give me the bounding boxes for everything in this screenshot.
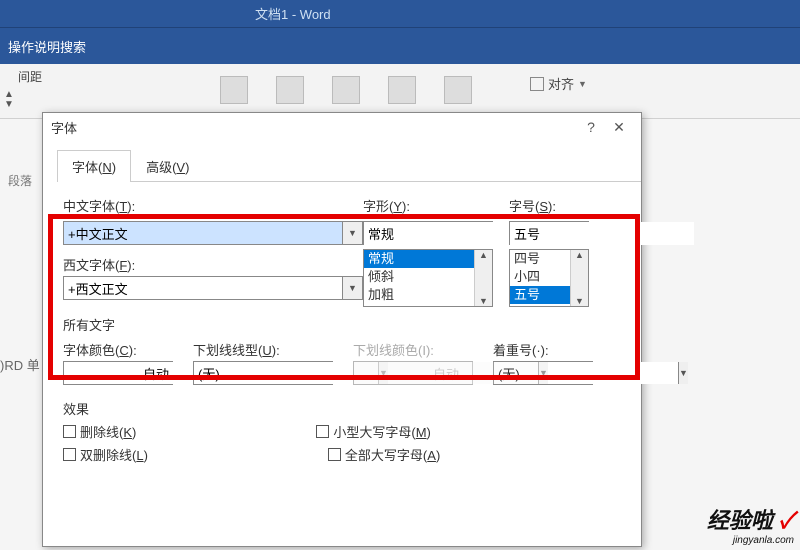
font-size-input[interactable]: [510, 222, 694, 245]
align-label: 对齐: [548, 74, 574, 93]
underline-style-value[interactable]: [194, 362, 378, 384]
search-hint[interactable]: 操作说明搜索: [8, 37, 86, 56]
label-cn-font: 中文字体(T):: [63, 196, 363, 215]
align-button[interactable]: 对齐 ▼: [530, 74, 587, 93]
underline-color-combo: ▼: [353, 361, 473, 385]
chevron-down-icon: ▼: [538, 362, 548, 384]
ribbon-icon-4[interactable]: [388, 76, 416, 104]
section-all-chars: 所有文字: [63, 315, 621, 334]
ribbon-icon-1[interactable]: [220, 76, 248, 104]
spacing-buttons[interactable]: ▲▼: [4, 90, 14, 110]
watermark: 经验啦 ✓ jingyanla.com: [707, 503, 794, 546]
checkbox-double-strike[interactable]: 双删除线(L): [63, 445, 148, 464]
chevron-down-icon: ▼: [578, 79, 587, 89]
list-item[interactable]: 倾斜: [364, 268, 474, 286]
font-style-input-wrap[interactable]: [363, 221, 493, 245]
close-button[interactable]: ✕: [605, 119, 633, 136]
tab-font[interactable]: 字体(N): [57, 150, 131, 182]
label-font-style: 字形(Y):: [363, 196, 493, 215]
ribbon-icon-3[interactable]: [332, 76, 360, 104]
list-item[interactable]: 五号: [510, 286, 570, 304]
paragraph-group-label: 段落: [8, 172, 32, 189]
label-underline-style: 下划线线型(U):: [193, 340, 333, 359]
chevron-down-icon[interactable]: ▼: [342, 222, 362, 244]
scrollbar[interactable]: ▲▼: [570, 250, 588, 306]
effects-section: 效果 删除线(K) 小型大写字母(M) 双删除线(L) 全部大写: [63, 399, 621, 464]
cn-font-input[interactable]: [64, 222, 342, 244]
dialog-tabs: 字体(N) 高级(V): [57, 149, 641, 182]
document-background-text: )RD 单: [0, 355, 40, 374]
ribbon-icons: [220, 76, 472, 104]
ribbon-icon-2[interactable]: [276, 76, 304, 104]
label-underline-color: 下划线颜色(I):: [353, 340, 473, 359]
underline-style-combo[interactable]: ▼: [193, 361, 333, 385]
ribbon-search-row: 操作说明搜索: [0, 28, 800, 64]
app-title: 文档1 - Word: [255, 4, 331, 23]
label-font-color: 字体颜色(C):: [63, 340, 173, 359]
font-size-list[interactable]: 四号 小四 五号 ▲▼: [509, 249, 589, 307]
list-item[interactable]: 加粗: [364, 286, 474, 304]
chevron-down-icon[interactable]: ▼: [342, 277, 362, 299]
list-item[interactable]: 四号: [510, 250, 570, 268]
check-icon: ✓: [779, 508, 794, 533]
checkbox-smallcaps[interactable]: 小型大写字母(M): [316, 422, 431, 441]
checkbox-icon: [63, 448, 76, 461]
checkbox-allcaps[interactable]: 全部大写字母(A): [328, 445, 440, 464]
font-style-list[interactable]: 常规 倾斜 加粗 ▲▼: [363, 249, 493, 307]
chevron-down-icon[interactable]: ▼: [678, 362, 688, 384]
checkbox-icon: [328, 448, 341, 461]
dialog-body: 中文字体(T): 字形(Y): 字号(S): ▼: [43, 182, 641, 478]
list-item[interactable]: 常规: [364, 250, 474, 268]
ribbon-toolbar: 间距 ▲▼ 对齐 ▼: [0, 64, 800, 119]
tab-advanced[interactable]: 高级(V): [131, 150, 204, 182]
font-color-combo[interactable]: ▼: [63, 361, 173, 385]
checkbox-icon: [316, 425, 329, 438]
underline-color-value: [354, 362, 538, 384]
effects-title: 效果: [63, 399, 621, 418]
dialog-title: 字体: [51, 118, 77, 137]
font-size-input-wrap[interactable]: [509, 221, 589, 245]
help-button[interactable]: ?: [577, 119, 605, 135]
label-emphasis: 着重号(·):: [493, 340, 593, 359]
list-item[interactable]: 小四: [510, 268, 570, 286]
ribbon-group-spacing: 间距: [18, 68, 42, 85]
align-icon: [530, 77, 544, 91]
checkbox-strike[interactable]: 删除线(K): [63, 422, 136, 441]
checkbox-icon: [63, 425, 76, 438]
dialog-titlebar: 字体 ? ✕: [43, 113, 641, 141]
ribbon-icon-5[interactable]: [444, 76, 472, 104]
cn-font-combo[interactable]: ▼: [63, 221, 363, 245]
scrollbar[interactable]: ▲▼: [474, 250, 492, 306]
font-dialog: 字体 ? ✕ 字体(N) 高级(V) 中文字体(T): 字形(Y): 字号(S)…: [42, 112, 642, 547]
label-west-font: 西文字体(F):: [63, 255, 363, 274]
west-font-input[interactable]: [64, 277, 342, 299]
label-font-size: 字号(S):: [509, 196, 589, 215]
west-font-combo[interactable]: ▼: [63, 276, 363, 300]
app-titlebar: 文档1 - Word: [0, 0, 800, 28]
